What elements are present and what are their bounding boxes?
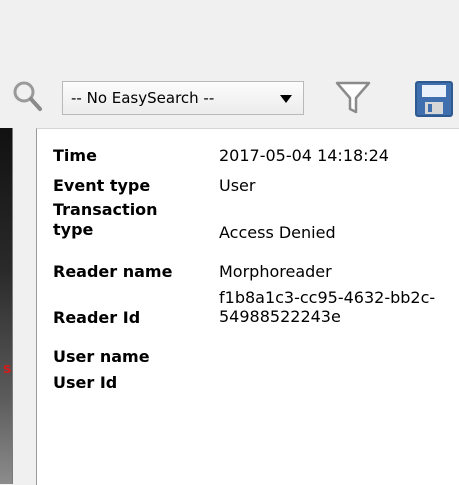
detail-label: Transaction type — [53, 200, 158, 239]
detail-value: User — [219, 176, 256, 195]
detail-label: Reader name — [53, 262, 173, 281]
video-panel-marker: s — [3, 361, 12, 377]
filter-icon[interactable] — [334, 79, 372, 117]
detail-label: Time — [53, 146, 97, 165]
chevron-down-icon — [280, 95, 292, 103]
detail-value: Morphoreader — [219, 262, 332, 281]
detail-value: f1b8a1c3-cc95-4632-bb2c-54988522243e — [219, 288, 436, 326]
top-band — [0, 0, 459, 60]
easysearch-selected-value: -- No EasySearch -- — [71, 89, 215, 107]
detail-label: User name — [53, 347, 150, 366]
detail-label: Event type — [53, 176, 151, 195]
easysearch-dropdown[interactable]: -- No EasySearch -- — [62, 81, 304, 115]
detail-value: 2017-05-04 14:18:24 — [219, 146, 389, 165]
video-panel-edge — [0, 128, 13, 484]
search-icon[interactable] — [10, 78, 44, 114]
save-icon[interactable] — [412, 80, 459, 120]
detail-label: Reader Id — [53, 308, 141, 327]
detail-value: Access Denied — [219, 223, 336, 242]
event-details-panel: Time 2017-05-04 14:18:24 Event type User… — [36, 128, 459, 485]
detail-label: User Id — [53, 373, 118, 392]
